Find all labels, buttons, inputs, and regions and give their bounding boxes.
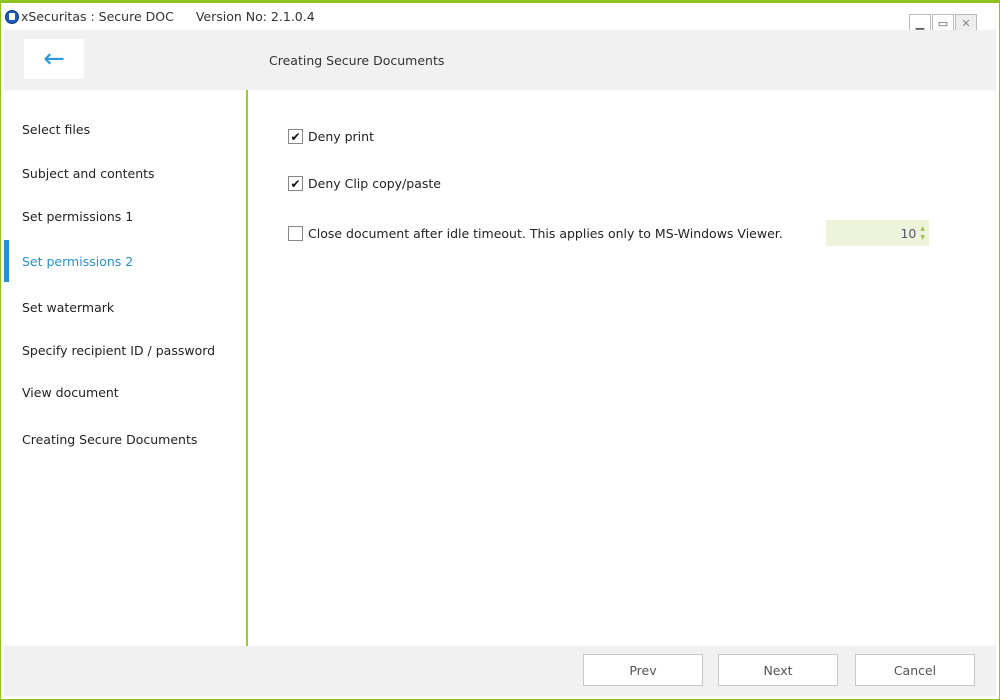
app-title: xSecuritas : Secure DOC	[21, 9, 174, 24]
app-logo-icon	[5, 9, 19, 24]
prev-button[interactable]: Prev	[583, 654, 703, 686]
back-button[interactable]: ←	[24, 39, 84, 79]
sidebar-item-select-files[interactable]: Select files	[22, 122, 90, 137]
arrow-left-icon: ←	[43, 44, 65, 74]
version-label: Version No: 2.1.0.4	[195, 9, 315, 24]
sidebar-item-view-document[interactable]: View document	[22, 385, 119, 400]
idle-timeout-checkbox[interactable]	[288, 226, 303, 241]
sidebar-item-subject[interactable]: Subject and contents	[22, 166, 155, 181]
sidebar-item-creating[interactable]: Creating Secure Documents	[22, 432, 197, 447]
active-indicator	[4, 240, 9, 282]
deny-print-checkbox[interactable]: ✔	[288, 129, 303, 144]
deny-print-label: Deny print	[308, 129, 374, 144]
sidebar-item-watermark[interactable]: Set watermark	[22, 300, 114, 315]
idle-timeout-option[interactable]: Close document after idle timeout. This …	[288, 226, 783, 241]
decrement-icon[interactable]: ▼	[920, 233, 925, 242]
timeout-stepper[interactable]: 10 ▲ ▼	[826, 220, 929, 246]
title-bar: xSecuritas : Secure DOC Version No: 2.1.…	[5, 9, 315, 24]
sidebar-item-permissions-2[interactable]: Set permissions 2	[22, 254, 133, 269]
main-panel: ✔ Deny print ✔ Deny Clip copy/paste Clos…	[250, 90, 996, 646]
timeout-value[interactable]: 10	[900, 226, 916, 241]
sidebar: Select files Subject and contents Set pe…	[4, 90, 248, 646]
sidebar-item-recipient[interactable]: Specify recipient ID / password	[22, 343, 215, 358]
deny-clip-label: Deny Clip copy/paste	[308, 176, 441, 191]
idle-timeout-label: Close document after idle timeout. This …	[308, 226, 783, 241]
sidebar-item-permissions-1[interactable]: Set permissions 1	[22, 209, 133, 224]
page-title: Creating Secure Documents	[269, 53, 445, 68]
deny-clip-option[interactable]: ✔ Deny Clip copy/paste	[288, 176, 441, 191]
increment-icon[interactable]: ▲	[920, 224, 925, 233]
cancel-button[interactable]: Cancel	[855, 654, 975, 686]
deny-print-option[interactable]: ✔ Deny print	[288, 129, 374, 144]
next-button[interactable]: Next	[718, 654, 838, 686]
footer: Prev Next Cancel	[4, 646, 996, 696]
deny-clip-checkbox[interactable]: ✔	[288, 176, 303, 191]
header: ← Creating Secure Documents	[4, 30, 996, 90]
